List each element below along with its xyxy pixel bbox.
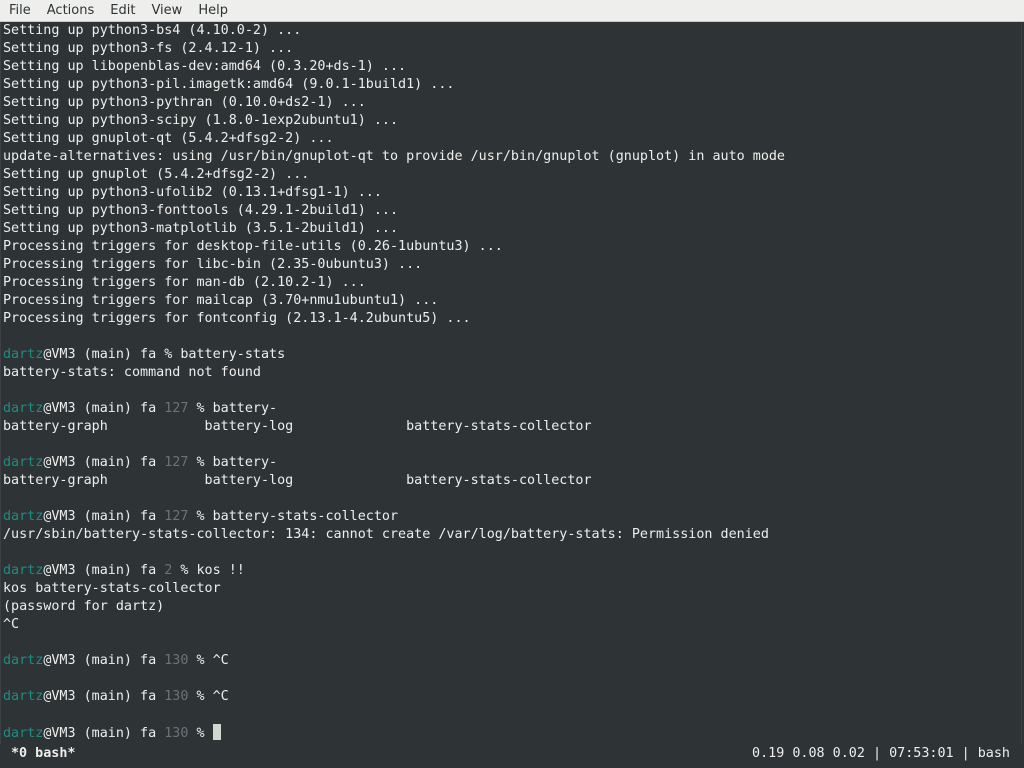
output-line: Setting up python3-fonttools (4.29.1-2bu… <box>3 203 399 218</box>
output-line: Setting up gnuplot (5.4.2+dfsg2-2) ... <box>3 167 310 182</box>
prompt-user: dartz <box>3 401 44 416</box>
prompt-line: dartz@VM3 (main) fa 130 % ^C <box>3 653 229 668</box>
output-line: Setting up python3-fs (2.4.12-1) ... <box>3 41 294 56</box>
prompt-user: dartz <box>3 689 44 704</box>
prompt-line: dartz@VM3 (main) fa 127 % battery- <box>3 401 278 416</box>
menu-edit[interactable]: Edit <box>101 0 142 22</box>
output-line: battery-stats: command not found <box>3 365 261 380</box>
prompt-exit-status: 2 <box>164 563 173 578</box>
output-line: Setting up gnuplot-qt (5.4.2+dfsg2-2) ..… <box>3 131 334 146</box>
prompt-exit-status: 130 <box>164 653 189 668</box>
output-line: kos battery-stats-collector <box>3 581 221 596</box>
prompt-host: @VM3 (main) fa <box>43 563 157 578</box>
prompt-exit-status: 127 <box>164 455 189 470</box>
prompt-user: dartz <box>3 347 44 362</box>
terminal-cursor <box>212 724 221 740</box>
output-line: Setting up python3-ufolib2 (0.13.1+dfsg1… <box>3 185 382 200</box>
output-line: Setting up python3-pil.imagetk:amd64 (9.… <box>3 77 455 92</box>
output-line: Processing triggers for libc-bin (2.35-0… <box>3 257 423 272</box>
prompt-command: battery- <box>212 455 278 470</box>
prompt-line: dartz@VM3 (main) fa 2 % kos !! <box>3 563 245 578</box>
prompt-line: dartz@VM3 (main) fa 130 % <box>3 724 1021 742</box>
prompt-host: @VM3 (main) fa <box>43 509 157 524</box>
prompt-host: @VM3 (main) fa <box>43 401 157 416</box>
menu-file[interactable]: File <box>0 0 38 22</box>
menu-help[interactable]: Help <box>189 0 235 22</box>
menu-view[interactable]: View <box>142 0 189 22</box>
menu-bar: File Actions Edit View Help <box>0 0 1024 22</box>
prompt-host: @VM3 (main) fa <box>43 455 157 470</box>
prompt-command: kos !! <box>196 563 245 578</box>
output-line: update-alternatives: using /usr/bin/gnup… <box>3 149 785 164</box>
prompt-host: @VM3 (main) fa <box>43 653 157 668</box>
prompt-command: battery-stats <box>180 347 286 362</box>
output-line: Processing triggers for mailcap (3.70+nm… <box>3 293 439 308</box>
prompt-command: ^C <box>212 653 229 668</box>
prompt-user: dartz <box>3 455 44 470</box>
prompt-user: dartz <box>3 563 44 578</box>
output-line: Processing triggers for man-db (2.10.2-1… <box>3 275 366 290</box>
prompt-host: @VM3 (main) fa <box>43 689 157 704</box>
output-line: ^C <box>3 617 20 632</box>
prompt-exit-status: 127 <box>164 401 189 416</box>
prompt-exit-status: 130 <box>164 689 189 704</box>
output-line: Setting up python3-scipy (1.8.0-1exp2ubu… <box>3 113 399 128</box>
status-right: 0.19 0.08 0.02 | 07:53:01 | bash <box>752 746 1010 761</box>
output-line: battery-graph battery-log battery-stats-… <box>3 473 592 488</box>
prompt-line: dartz@VM3 (main) fa 130 % ^C <box>3 689 229 704</box>
prompt-command: battery- <box>212 401 278 416</box>
prompt-exit-status: 130 <box>164 726 189 741</box>
terminal-output[interactable]: Setting up python3-bs4 (4.10.0-2) ... Set… <box>0 22 1022 746</box>
prompt-line: dartz@VM3 (main) fa % battery-stats <box>3 347 286 362</box>
output-line: battery-graph battery-log battery-stats-… <box>3 419 592 434</box>
prompt-line: dartz@VM3 (main) fa 127 % battery- <box>3 455 278 470</box>
prompt-exit-status: 127 <box>164 509 189 524</box>
prompt-host: @VM3 (main) fa <box>43 347 157 362</box>
output-line: Processing triggers for desktop-file-uti… <box>3 239 503 254</box>
prompt-user: dartz <box>3 726 44 741</box>
prompt-user: dartz <box>3 509 44 524</box>
output-line: /usr/sbin/battery-stats-collector: 134: … <box>3 527 769 542</box>
output-line: Setting up python3-pythran (0.10.0+ds2-1… <box>3 95 366 110</box>
menu-actions[interactable]: Actions <box>38 0 102 22</box>
output-line: (password for dartz) <box>3 599 165 614</box>
output-line: Processing triggers for fontconfig (2.13… <box>3 311 471 326</box>
window-name[interactable]: *0 bash* <box>11 744 76 768</box>
prompt-line: dartz@VM3 (main) fa 127 % battery-stats-… <box>3 509 399 524</box>
prompt-command: ^C <box>212 689 229 704</box>
prompt-command: battery-stats-collector <box>212 509 399 524</box>
tmux-status-bar: *0 bash* 0.19 0.08 0.02 | 07:53:01 | bas… <box>0 744 1024 768</box>
output-line: Setting up python3-matplotlib (3.5.1-2bu… <box>3 221 399 236</box>
output-line: Setting up libopenblas-dev:amd64 (0.3.20… <box>3 59 407 74</box>
prompt-host: @VM3 (main) fa <box>43 726 157 741</box>
output-line: Setting up python3-bs4 (4.10.0-2) ... <box>3 23 302 38</box>
prompt-user: dartz <box>3 653 44 668</box>
